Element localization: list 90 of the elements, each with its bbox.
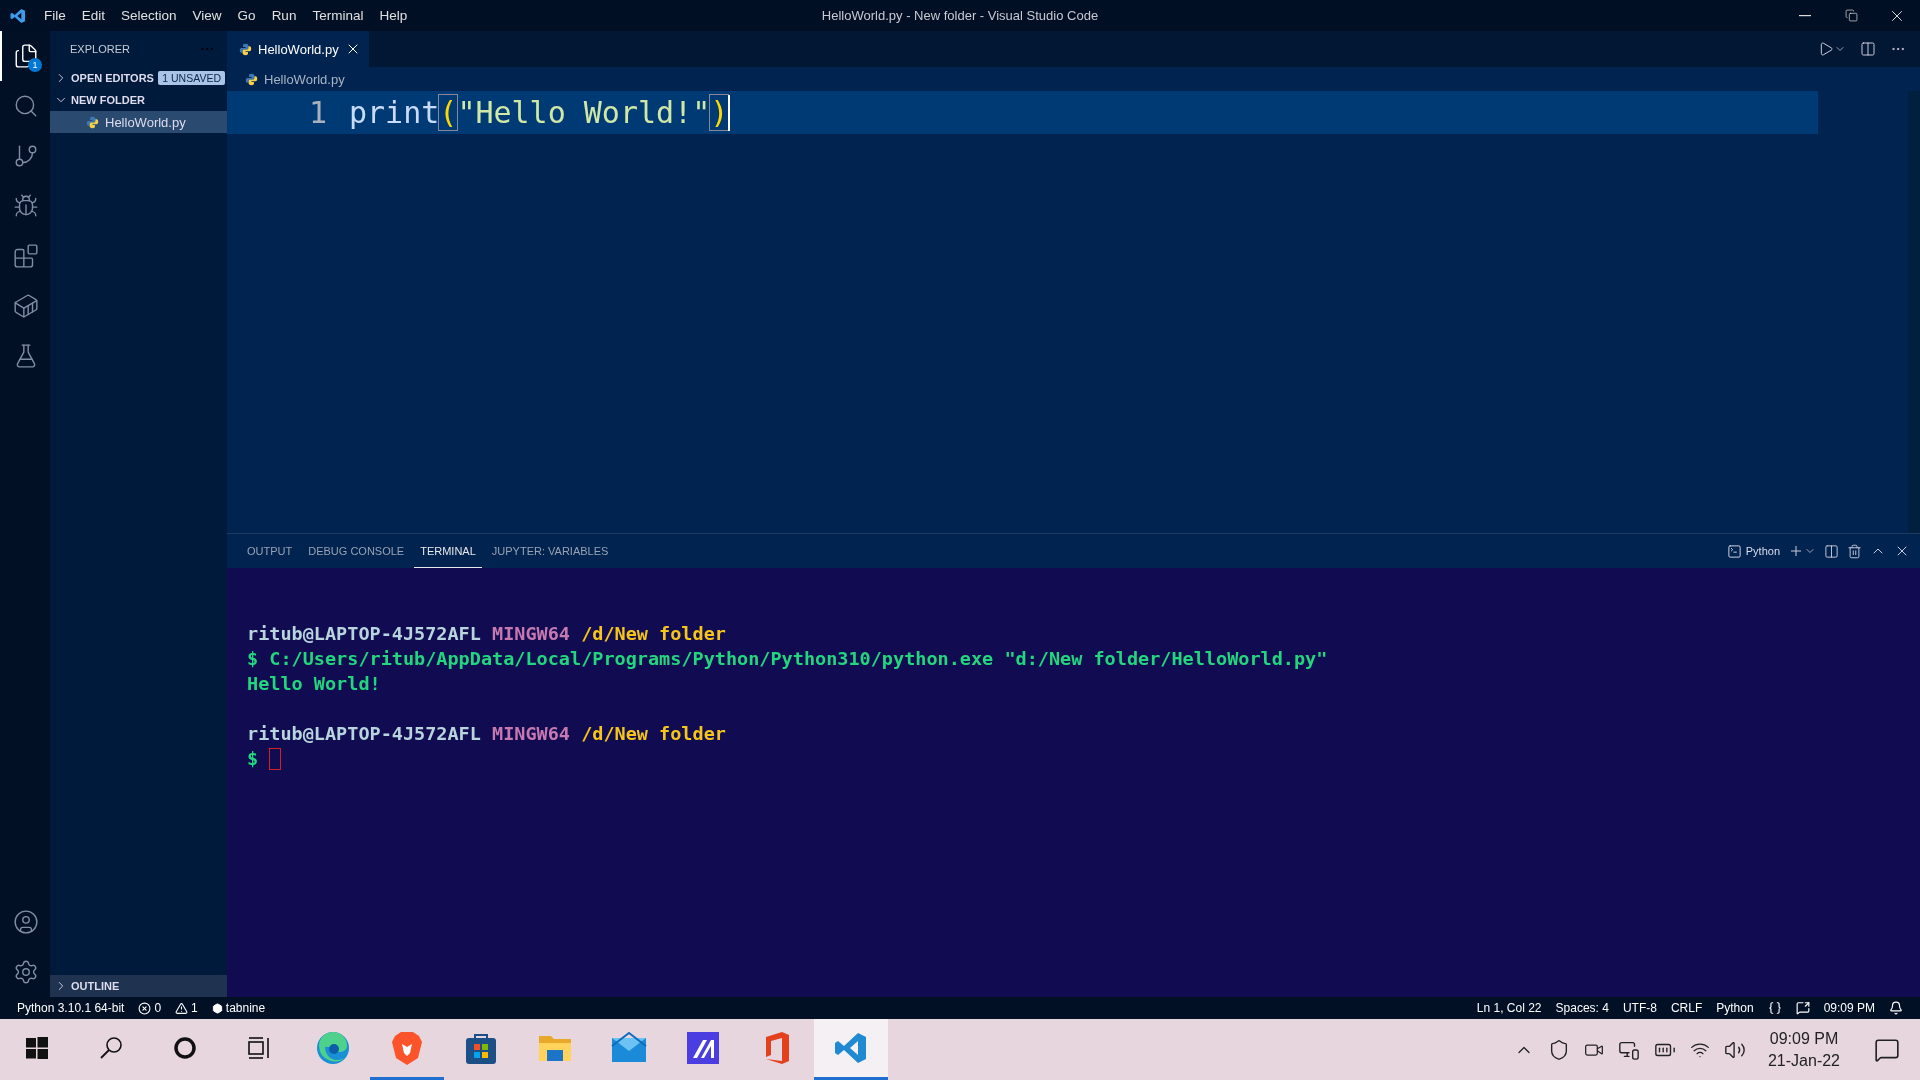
tabnine-status[interactable]: tabnine [204, 1001, 273, 1015]
menu-item[interactable]: File [36, 8, 74, 23]
python-file-icon [239, 42, 252, 56]
error-icon [138, 1001, 152, 1015]
warning-icon [175, 1001, 189, 1015]
notifications-icon[interactable] [1874, 1036, 1900, 1063]
terminal-text: $ C:/Users/ritub/AppData/Local/Programs/Python/Python310/python.exe "d:/New folder/HelloWorld.py" [247, 648, 1328, 669]
section-header[interactable]: NEW FOLDER [50, 89, 227, 111]
app-icon [685, 1030, 721, 1066]
split-editor-icon[interactable] [1860, 41, 1876, 57]
terminal-text: /d/New folder [581, 723, 726, 744]
python-file-icon [86, 115, 99, 129]
account-icon [13, 909, 39, 935]
terminal-text: MINGW64 [492, 623, 570, 644]
code-token: ( [439, 95, 458, 130]
warnings-status[interactable]: 1 [168, 1001, 205, 1015]
windows-logo-icon [25, 1036, 49, 1060]
lion-browser-icon [390, 1030, 424, 1066]
split-terminal-icon[interactable] [1824, 543, 1839, 559]
status-item[interactable]: Ln 1, Col 22 [1469, 1001, 1549, 1015]
bell-icon[interactable] [1889, 1001, 1903, 1015]
container-icon [13, 293, 39, 319]
section-title: OUTLINE [71, 980, 120, 992]
unsaved-badge: 1 UNSAVED [158, 71, 225, 85]
code-token: "Hello World!" [457, 95, 711, 130]
section-title: NEW FOLDER [71, 94, 145, 106]
store-bag-icon [464, 1031, 498, 1065]
interpreter-status[interactable]: Python 3.10.1 64-bit [10, 1001, 132, 1015]
hexagon-icon [211, 1002, 223, 1014]
menu-item[interactable]: Terminal [304, 8, 372, 23]
menu-item[interactable]: Help [371, 8, 416, 23]
menu-item[interactable]: Edit [73, 8, 114, 23]
run-icon[interactable] [1818, 41, 1834, 57]
line-number: 1 [307, 95, 328, 130]
code-token: ) [710, 95, 729, 130]
terminal-text: ritub@LAPTOP-4J572AFL [247, 723, 481, 744]
status-item[interactable]: UTF-8 [1615, 1001, 1664, 1015]
terminal-text: $ [247, 748, 259, 769]
settings-icon [13, 959, 39, 985]
menu-item[interactable]: View [184, 8, 230, 23]
plus-icon[interactable] [1788, 543, 1804, 559]
trash-icon[interactable] [1847, 543, 1862, 559]
panel-tab[interactable]: OUTPUT [241, 534, 299, 568]
shell-selector[interactable]: Python [1726, 543, 1780, 559]
window-title: HelloWorld.py - New folder - Visual Studio Code [821, 8, 1099, 23]
bug-icon [13, 193, 39, 219]
code-editor-taskbar-button[interactable] [814, 1019, 888, 1080]
terminal-icon [1726, 543, 1742, 559]
python-file-icon [245, 72, 258, 86]
files-icon [13, 43, 39, 69]
clock-date[interactable]: 21-Jan-22 [1767, 1051, 1840, 1070]
restore-icon [1844, 9, 1858, 22]
status-item[interactable]: Spaces: 4 [1548, 1001, 1616, 1015]
explorer-tree-item[interactable]: HelloWorld.py [50, 111, 227, 133]
section-header[interactable]: OPEN EDITORS 1 UNSAVED [50, 67, 227, 89]
ring-icon [172, 1035, 198, 1061]
count-badge: 1 [28, 58, 42, 72]
code-editor-icon [834, 1031, 868, 1065]
terminal-text: Hello World! [247, 673, 381, 694]
clock-time[interactable]: 09:09 PM [1769, 1029, 1839, 1048]
task-view-icon [246, 1035, 272, 1061]
terminal-text: MINGW64 [492, 723, 570, 744]
panel-tab[interactable]: DEBUG CONSOLE [302, 534, 411, 568]
terminal-text: ritub@LAPTOP-4J572AFL [247, 623, 481, 644]
menu-item[interactable]: Go [229, 8, 264, 23]
code-token: print [349, 95, 440, 130]
feedback-icon[interactable] [1795, 1001, 1810, 1015]
app-logo-icon [10, 7, 26, 24]
menu-item[interactable]: Selection [113, 8, 185, 23]
text-cursor [728, 94, 731, 131]
minimize-icon [1799, 14, 1811, 17]
braces-icon[interactable] [1767, 1001, 1782, 1015]
status-item[interactable]: CRLF [1663, 1001, 1710, 1015]
search-icon [98, 1035, 124, 1061]
terminal-text: /d/New folder [581, 623, 726, 644]
breadcrumb-item[interactable]: HelloWorld.py [264, 71, 345, 87]
status-item[interactable]: 09:09 PM [1816, 1001, 1882, 1015]
branch-icon [13, 143, 39, 169]
blocks-icon [13, 243, 39, 269]
errors-status[interactable]: 0 [131, 1001, 169, 1015]
sidebar-title: EXPLORER [70, 43, 130, 55]
menu-item[interactable]: Run [263, 8, 305, 23]
section-title: OPEN EDITORS [71, 72, 154, 84]
mail-icon [610, 1032, 648, 1064]
search-icon [13, 93, 39, 119]
editor-tab[interactable]: HelloWorld.py [227, 31, 369, 67]
status-item[interactable]: Python [1709, 1001, 1761, 1015]
browser-icon [315, 1030, 351, 1066]
section-header[interactable]: OUTLINE [50, 975, 227, 997]
panel-tab[interactable]: JUPYTER: VARIABLES [485, 534, 615, 568]
